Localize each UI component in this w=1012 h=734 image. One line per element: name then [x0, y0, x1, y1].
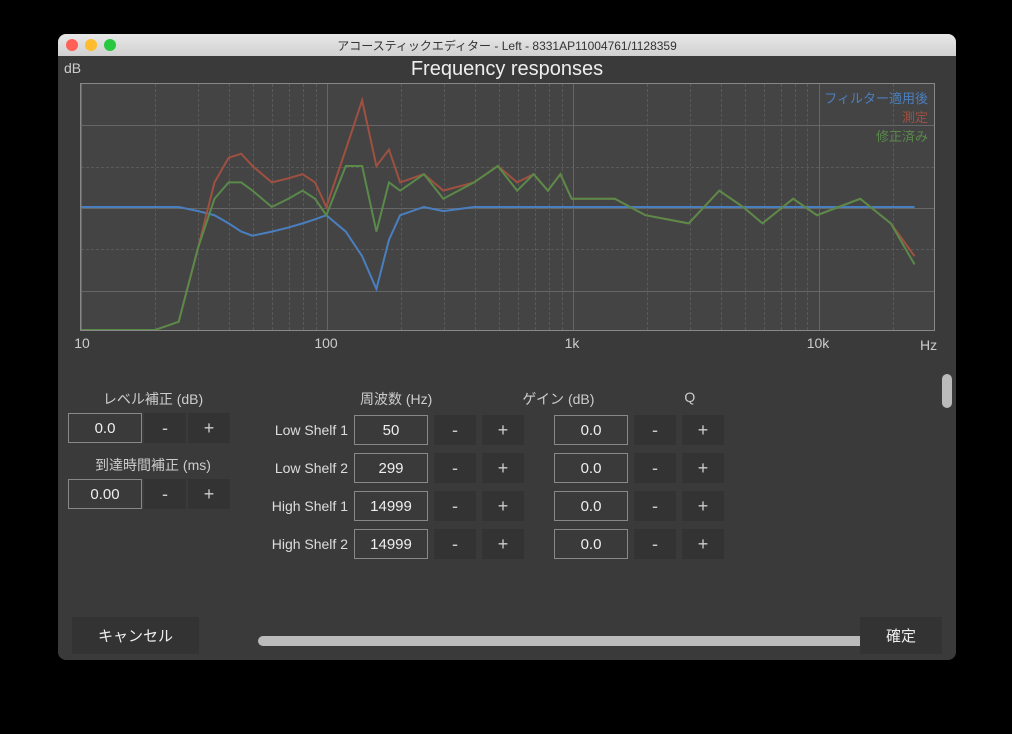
filter-name: Low Shelf 1 — [256, 422, 348, 438]
filter-gain-plus[interactable]: + — [682, 453, 724, 483]
cancel-button[interactable]: キャンセル — [72, 617, 199, 654]
footer: キャンセル 確定 — [58, 610, 956, 660]
window-title: アコースティックエディター - Left - 8331AP11004761/11… — [58, 37, 956, 54]
filter-row: Low Shelf 150-+0.0-+ — [256, 415, 946, 445]
titlebar: アコースティックエディター - Left - 8331AP11004761/11… — [58, 34, 956, 56]
x-tick: 1k — [565, 335, 580, 351]
chart-area: 10 0 10 10 100 1k 10k フィルター適用後 測定 修正済み H… — [80, 83, 956, 383]
filter-freq-minus[interactable]: - — [434, 453, 476, 483]
filter-gain-minus[interactable]: - — [634, 529, 676, 559]
filter-gain-minus[interactable]: - — [634, 453, 676, 483]
y-axis-label: dB — [64, 60, 81, 76]
freq-header: 周波数 (Hz) — [360, 389, 432, 409]
filter-gain-plus[interactable]: + — [682, 415, 724, 445]
level-correction-input[interactable]: 0.0 — [68, 413, 142, 443]
filter-freq-minus[interactable]: - — [434, 491, 476, 521]
filter-row: High Shelf 214999-+0.0-+ — [256, 529, 946, 559]
filter-gain-plus[interactable]: + — [682, 491, 724, 521]
filter-name: High Shelf 1 — [256, 498, 348, 514]
filter-name: High Shelf 2 — [256, 536, 348, 552]
x-tick: 10k — [807, 335, 830, 351]
filter-row: Low Shelf 2299-+0.0-+ — [256, 453, 946, 483]
filter-gain-input[interactable]: 0.0 — [554, 453, 628, 483]
filter-freq-plus[interactable]: + — [482, 415, 524, 445]
delay-correction-input[interactable]: 0.00 — [68, 479, 142, 509]
x-axis-label: Hz — [920, 337, 937, 353]
filter-freq-input[interactable]: 299 — [354, 453, 428, 483]
vertical-scrollbar[interactable] — [942, 374, 952, 408]
filter-gain-minus[interactable]: - — [634, 415, 676, 445]
filter-name: Low Shelf 2 — [256, 460, 348, 476]
filter-gain-plus[interactable]: + — [682, 529, 724, 559]
filter-freq-minus[interactable]: - — [434, 529, 476, 559]
chart-title: Frequency responses — [58, 58, 956, 81]
filter-freq-input[interactable]: 50 — [354, 415, 428, 445]
chart: フィルター適用後 測定 修正済み — [80, 83, 935, 331]
q-header: Q — [684, 389, 695, 409]
app-window: アコースティックエディター - Left - 8331AP11004761/11… — [58, 34, 956, 660]
x-tick: 100 — [314, 335, 337, 351]
filter-freq-plus[interactable]: + — [482, 453, 524, 483]
filter-gain-minus[interactable]: - — [634, 491, 676, 521]
filter-gain-input[interactable]: 0.0 — [554, 491, 628, 521]
filter-gain-input[interactable]: 0.0 — [554, 415, 628, 445]
filter-freq-input[interactable]: 14999 — [354, 491, 428, 521]
delay-correction-label: 到達時間補正 (ms) — [68, 455, 238, 475]
filter-freq-input[interactable]: 14999 — [354, 529, 428, 559]
filter-row: High Shelf 114999-+0.0-+ — [256, 491, 946, 521]
filter-freq-plus[interactable]: + — [482, 529, 524, 559]
filter-headers: 周波数 (Hz) ゲイン (dB) Q — [256, 389, 946, 409]
level-correction-label: レベル補正 (dB) — [68, 389, 238, 409]
confirm-button[interactable]: 確定 — [860, 617, 942, 654]
x-tick: 10 — [74, 335, 90, 351]
filter-gain-input[interactable]: 0.0 — [554, 529, 628, 559]
filter-freq-minus[interactable]: - — [434, 415, 476, 445]
level-correction-plus[interactable]: + — [188, 413, 230, 443]
level-correction-minus[interactable]: - — [144, 413, 186, 443]
gain-header: ゲイン (dB) — [522, 389, 594, 409]
delay-correction-plus[interactable]: + — [188, 479, 230, 509]
filter-freq-plus[interactable]: + — [482, 491, 524, 521]
delay-correction-minus[interactable]: - — [144, 479, 186, 509]
